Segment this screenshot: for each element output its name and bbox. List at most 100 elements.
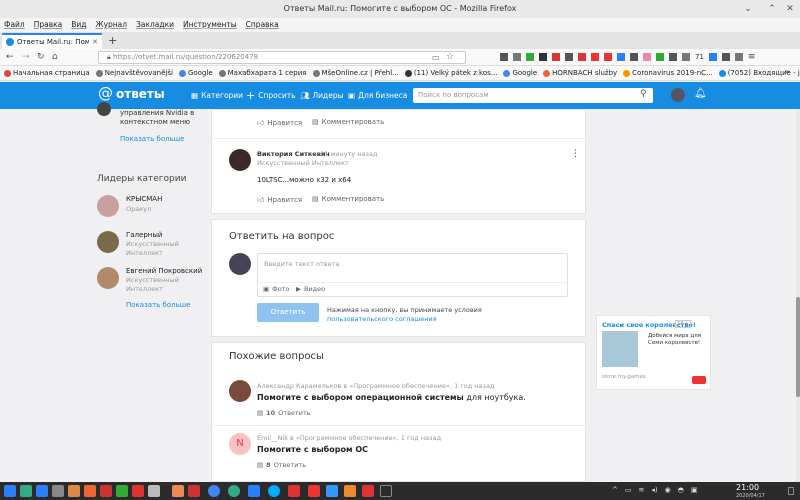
home-icon[interactable]: ⌂	[52, 52, 58, 63]
answer-count[interactable]: ▤ 8 Ответить	[257, 461, 306, 469]
taskbar-app-icon[interactable]	[100, 485, 112, 497]
menu-tools[interactable]: Инструменты	[183, 18, 237, 32]
question-snippet[interactable]: управления Nvidia в контекстном меню	[120, 109, 210, 127]
bell-icon[interactable]: 🔔︎	[694, 88, 707, 99]
bookmark-item[interactable]: (11) Velký pátek z kos...	[404, 69, 497, 77]
maximize-icon[interactable]: ⌃	[766, 3, 778, 15]
ext-icon-13[interactable]	[682, 53, 690, 61]
bookmark-item[interactable]: HORNBACH služby	[543, 69, 617, 77]
avatar[interactable]	[97, 102, 111, 116]
ext-icon-6[interactable]	[591, 53, 599, 61]
show-desktop-icon[interactable]	[788, 487, 794, 495]
avatar[interactable]	[229, 380, 251, 402]
more-options-icon[interactable]: ⋮	[571, 149, 580, 159]
close-icon[interactable]: ✕	[784, 3, 796, 15]
scrollbar-thumb[interactable]	[796, 297, 800, 397]
tab-active[interactable]: Ответы Mail.ru: Помогите ✕	[2, 33, 102, 49]
answer-count[interactable]: ▤ 10 Ответить	[257, 409, 311, 417]
menu-file[interactable]: Файл	[4, 18, 25, 32]
bookmark-item[interactable]: Coronavirus 2019-nC...	[623, 69, 713, 77]
ext-icon-5[interactable]	[578, 53, 586, 61]
tray-icon[interactable]: ▭	[625, 486, 632, 494]
scrollbar-track[interactable]	[796, 109, 800, 482]
ext-icon-4[interactable]	[565, 53, 573, 61]
search-input[interactable]: Поиск по вопросам	[413, 88, 653, 103]
taskbar-app-icon[interactable]	[248, 485, 260, 497]
bookmark-item[interactable]: Google	[503, 69, 537, 77]
show-more-link[interactable]: Показать больше	[126, 301, 190, 309]
ext-icon-14[interactable]	[708, 53, 717, 61]
taskbar-app-icon[interactable]	[116, 485, 128, 497]
leader-name[interactable]: КРЫСМАН	[126, 195, 162, 203]
ext-icon-2[interactable]	[539, 53, 547, 61]
chrome-icon[interactable]	[208, 485, 220, 497]
avatar[interactable]	[97, 195, 119, 217]
ad-image[interactable]	[602, 331, 638, 367]
menu-help[interactable]: Справка	[246, 18, 279, 32]
taskbar-app-icon[interactable]	[362, 485, 374, 497]
taskbar-app-icon[interactable]	[36, 485, 48, 497]
nav-leaders[interactable]: 👥︎ Лидеры	[300, 91, 344, 100]
hamburger-menu-icon[interactable]: ≡	[748, 52, 756, 62]
firefox-icon[interactable]	[172, 485, 184, 497]
reload-icon[interactable]: ↻	[37, 52, 45, 63]
minimize-icon[interactable]: ⌄	[742, 3, 754, 15]
taskbar-app-icon[interactable]	[84, 485, 96, 497]
bookmark-item[interactable]: Начальная страница	[4, 69, 90, 77]
tray-expand-icon[interactable]: ^	[612, 486, 618, 494]
question-title[interactable]: Помогите с выбором ОС	[257, 445, 368, 454]
ext-icon-12[interactable]	[669, 53, 677, 61]
taskbar-app-icon[interactable]	[148, 485, 160, 497]
user-avatar[interactable]	[671, 88, 685, 102]
submit-answer-button[interactable]: Ответить	[257, 303, 319, 322]
ext-icon-16[interactable]	[734, 53, 743, 61]
ext-icon-1[interactable]	[526, 53, 534, 61]
new-tab-icon[interactable]: +	[108, 35, 117, 47]
back-icon[interactable]: ←	[6, 52, 14, 63]
bookmark-item[interactable]: MšeOnline.cz | Přehl...	[312, 69, 399, 77]
ext-icon-7[interactable]	[604, 53, 612, 61]
menu-bookmarks[interactable]: Закладки	[136, 18, 174, 32]
tab-close-icon[interactable]: ✕	[92, 38, 98, 46]
taskbar-app-icon[interactable]	[344, 485, 356, 497]
start-menu-icon[interactable]	[4, 485, 16, 497]
leader-name[interactable]: Галерный	[126, 231, 162, 239]
menu-view[interactable]: Вид	[71, 18, 86, 32]
ext-icon-11[interactable]	[656, 53, 664, 61]
show-more-link[interactable]: Показать больше	[120, 135, 184, 143]
taskbar-app-icon[interactable]	[52, 485, 64, 497]
comment-button[interactable]: ▤ Комментировать	[312, 118, 384, 126]
like-button[interactable]: 👍︎ Нравится	[257, 195, 302, 205]
taskbar-app-icon[interactable]	[132, 485, 144, 497]
ext-icon-10[interactable]	[643, 53, 651, 61]
avatar[interactable]	[97, 231, 119, 253]
bookmark-item[interactable]: Nejnavštěvovanější	[95, 69, 173, 77]
taskbar-app-icon[interactable]	[68, 485, 80, 497]
photo-button[interactable]: ▣ Фото	[263, 285, 290, 293]
telegram-icon[interactable]	[326, 485, 338, 497]
bookmark-star-icon[interactable]: ☆	[446, 52, 454, 63]
avatar[interactable]: N	[229, 433, 251, 455]
url-bar[interactable]: 🔒︎ https://otvet.mail.ru/question/220620…	[98, 51, 466, 64]
nav-categories[interactable]: ▦ Категории	[191, 91, 243, 100]
wifi-icon[interactable]: ≋	[639, 486, 645, 494]
clock-time[interactable]: 21:00	[736, 483, 759, 492]
taskbar-app-icon[interactable]	[228, 485, 240, 497]
answer-author[interactable]: Виктория Ситкевич	[257, 150, 330, 158]
avatar[interactable]	[97, 267, 119, 289]
ext-icon-8[interactable]	[617, 53, 625, 61]
tray-icon[interactable]: ▣	[691, 486, 698, 494]
bookmark-item[interactable]: Махабхарата 1 серия	[218, 69, 307, 77]
like-button[interactable]: 👍︎ Нравится	[257, 118, 302, 128]
ext-icon-9[interactable]	[630, 53, 638, 61]
nav-ask[interactable]: + Спросить	[246, 90, 296, 101]
tray-icon[interactable]: ◓	[678, 486, 684, 494]
terms-link[interactable]: пользовательского соглашения	[327, 315, 437, 323]
avatar[interactable]	[229, 149, 251, 171]
menu-edit[interactable]: Правка	[34, 18, 63, 32]
ext-icon-15[interactable]	[721, 53, 730, 61]
skype-icon[interactable]	[268, 485, 280, 497]
leader-name[interactable]: Евгений Покровский	[126, 267, 202, 275]
taskbar-app-icon[interactable]	[308, 485, 320, 497]
search-icon[interactable]: ⚲	[640, 89, 647, 99]
